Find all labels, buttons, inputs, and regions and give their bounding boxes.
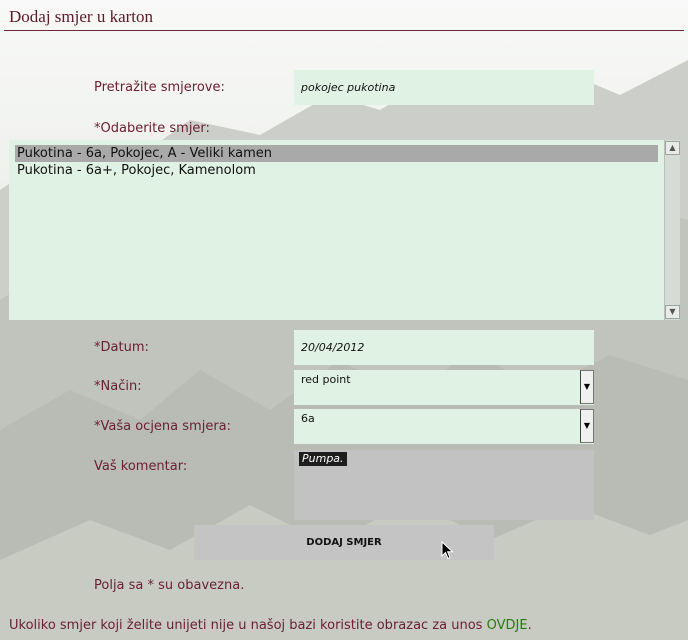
- page-title: Dodaj smjer u karton: [9, 7, 153, 26]
- scroll-down-icon[interactable]: ▼: [665, 305, 680, 319]
- header-divider: [4, 30, 684, 31]
- route-select-label: *Odaberite smjer:: [94, 121, 210, 136]
- comment-selected-text: Pumpa.: [299, 452, 347, 466]
- date-input-value: 20/04/2012: [301, 341, 365, 354]
- grade-select-value: 6a: [301, 412, 315, 425]
- grade-label: *Vaša ocjena smjera:: [94, 419, 232, 434]
- footer-sentence: Ukoliko smjer koji želite unijeti nije u…: [9, 618, 487, 633]
- method-label: *Način:: [94, 379, 142, 394]
- date-input[interactable]: 20/04/2012: [294, 330, 594, 365]
- required-fields-note: Polja sa * su obavezna.: [94, 578, 245, 593]
- grade-select[interactable]: 6a ▼: [294, 409, 594, 444]
- footer-end: .: [527, 618, 532, 633]
- scroll-up-icon[interactable]: ▲: [665, 141, 680, 155]
- footer-text: Ukoliko smjer koji želite unijeti nije u…: [9, 618, 532, 633]
- chevron-down-icon[interactable]: ▼: [580, 409, 594, 443]
- listbox-scrollbar[interactable]: ▲ ▼: [664, 140, 680, 320]
- route-option[interactable]: Pukotina - 6a+, Pokojec, Kamenolom: [15, 162, 256, 179]
- add-route-form-link[interactable]: OVDJE: [487, 618, 528, 633]
- comment-textarea[interactable]: Pumpa.: [294, 450, 594, 520]
- date-label: *Datum:: [94, 340, 149, 355]
- search-label: Pretražite smjerove:: [94, 80, 225, 95]
- route-option-selected[interactable]: Pukotina - 6a, Pokojec, A - Veliki kamen: [15, 145, 658, 162]
- method-select-value: red point: [301, 373, 351, 386]
- chevron-down-icon[interactable]: ▼: [580, 370, 594, 404]
- search-input[interactable]: pokojec pukotina: [294, 70, 594, 105]
- mouse-pointer-icon: [441, 541, 454, 560]
- method-select[interactable]: red point ▼: [294, 370, 594, 405]
- search-input-value: pokojec pukotina: [301, 81, 396, 94]
- route-listbox[interactable]: Pukotina - 6a, Pokojec, A - Veliki kamen…: [9, 140, 680, 320]
- comment-label: Vaš komentar:: [94, 459, 188, 474]
